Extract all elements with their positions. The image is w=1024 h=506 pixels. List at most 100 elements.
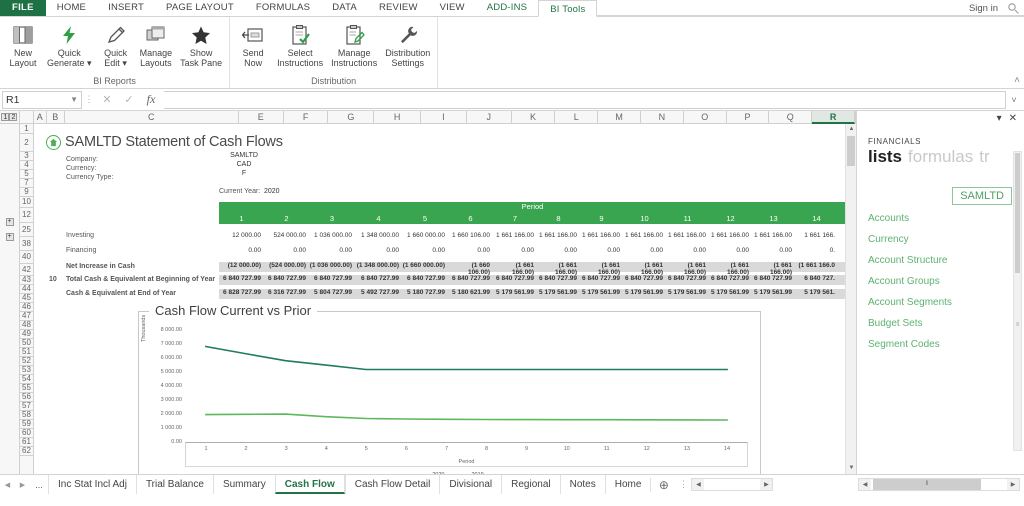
column-header-h[interactable]: H	[374, 111, 421, 124]
row-header-57[interactable]: 57	[20, 402, 33, 411]
sheet-tab-divisional[interactable]: Divisional	[439, 475, 501, 494]
link-account-segments[interactable]: Account Segments	[868, 297, 1024, 308]
row-header-10[interactable]: 10	[20, 197, 33, 208]
row-header-47[interactable]: 47	[20, 312, 33, 321]
column-header-n[interactable]: N	[641, 111, 684, 124]
sheet-tab-inc-stat-incl-adj[interactable]: Inc Stat Incl Adj	[48, 475, 136, 494]
task-pane-scroll-thumb[interactable]	[1015, 153, 1020, 273]
row-header-62[interactable]: 62	[20, 447, 33, 456]
task-pane-tab-lists[interactable]: lists	[868, 147, 902, 167]
task-pane-tab-formulas[interactable]: formulas	[908, 147, 973, 167]
insert-function-icon[interactable]: fx	[140, 91, 162, 109]
cancel-icon[interactable]: ✕	[96, 91, 118, 109]
row-header-60[interactable]: 60	[20, 429, 33, 438]
row-header-54[interactable]: 54	[20, 375, 33, 384]
tab-data[interactable]: DATA	[321, 0, 368, 16]
tab-review[interactable]: REVIEW	[368, 0, 429, 16]
name-box-dropdown-icon[interactable]: ▼	[70, 95, 78, 104]
expand-formula-bar-icon[interactable]: ˅	[1006, 95, 1022, 105]
column-header-q[interactable]: Q	[769, 111, 812, 124]
column-header-g[interactable]: G	[328, 111, 374, 124]
scroll-up-icon[interactable]: ▲	[846, 124, 856, 135]
distribution-settings-button[interactable]: Distribution Settings	[381, 20, 434, 70]
row-header-7[interactable]: 7	[20, 179, 33, 188]
link-segment-codes[interactable]: Segment Codes	[868, 339, 1024, 350]
row-header-corner[interactable]	[20, 111, 34, 124]
send-now-button[interactable]: Send Now	[233, 20, 273, 70]
tab-scroll-right-icon[interactable]: ▶	[760, 481, 772, 488]
tab-scroll-left-icon[interactable]: ◀	[692, 481, 704, 488]
sheet-tab-splitter[interactable]: ⋮	[676, 479, 690, 490]
row-header-43[interactable]: 43	[20, 276, 33, 285]
sheet-tab-home[interactable]: Home	[605, 475, 651, 494]
outline-expand-row-25[interactable]: +	[0, 231, 19, 242]
column-header-i[interactable]: I	[421, 111, 467, 124]
cells-area[interactable]: SAMLTD Statement of Cash Flows Company: …	[34, 124, 856, 474]
confirm-icon[interactable]: ✓	[118, 91, 140, 109]
horizontal-scrollbar[interactable]: ◀ ⦀ ▶	[858, 478, 1020, 491]
row-header-44[interactable]: 44	[20, 285, 33, 294]
chevron-down-icon[interactable]: ▾	[997, 113, 1002, 124]
row-header-51[interactable]: 51	[20, 348, 33, 357]
link-currency[interactable]: Currency	[868, 234, 1024, 245]
column-header-o[interactable]: O	[684, 111, 727, 124]
tab-home[interactable]: HOME	[46, 0, 97, 16]
quick-generate-button[interactable]: Quick Generate ▾	[43, 20, 96, 70]
row-header-5[interactable]: 5	[20, 170, 33, 179]
outline-level-2-button[interactable]: 2	[9, 113, 17, 121]
column-header-a[interactable]: A	[34, 111, 47, 124]
task-pane-tab-tr[interactable]: tr	[979, 147, 989, 167]
sign-in-button[interactable]: Sign in	[969, 3, 998, 14]
row-header-40[interactable]: 40	[20, 251, 33, 264]
outline-expand-row-12[interactable]: +	[0, 216, 19, 227]
sheet-tab-summary[interactable]: Summary	[213, 475, 275, 494]
tab-add-ins[interactable]: ADD-INS	[476, 0, 538, 16]
row-header-58[interactable]: 58	[20, 411, 33, 420]
row-header-3[interactable]: 3	[20, 152, 33, 161]
tab-bi-tools[interactable]: BI Tools	[538, 0, 597, 17]
manage-layouts-button[interactable]: Manage Layouts	[136, 20, 177, 70]
formula-bar-grip[interactable]: ⋮	[82, 94, 96, 105]
row-header-48[interactable]: 48	[20, 321, 33, 330]
column-header-c[interactable]: C	[65, 111, 239, 124]
scroll-down-icon[interactable]: ▼	[846, 463, 856, 474]
row-header-45[interactable]: 45	[20, 294, 33, 303]
row-header-38[interactable]: 38	[20, 237, 33, 251]
collapse-ribbon-icon[interactable]: ˄	[1014, 75, 1020, 86]
show-task-pane-button[interactable]: Show Task Pane	[176, 20, 226, 70]
column-header-m[interactable]: M	[598, 111, 641, 124]
tab-file[interactable]: FILE	[0, 0, 46, 16]
tab-formulas[interactable]: FORMULAS	[245, 0, 321, 16]
column-header-k[interactable]: K	[512, 111, 556, 124]
sheet-tab-regional[interactable]: Regional	[501, 475, 559, 494]
sheet-tab-scrollbar[interactable]: ◀ ▶	[691, 478, 773, 491]
add-sheet-button[interactable]: ⊕	[650, 478, 676, 492]
sheet-tab-notes[interactable]: Notes	[560, 475, 605, 494]
sheet-nav-next-icon[interactable]: ▶	[15, 481, 30, 489]
scroll-left-icon[interactable]: ◀	[859, 481, 871, 488]
quick-generate-dropdown-arrow[interactable]: ▾	[87, 58, 92, 68]
tab-view[interactable]: VIEW	[429, 0, 476, 16]
task-pane-scrollbar[interactable]: ≡	[1013, 151, 1022, 451]
column-header-p[interactable]: P	[727, 111, 770, 124]
link-account-groups[interactable]: Account Groups	[868, 276, 1024, 287]
outline-level-buttons[interactable]: 12	[0, 111, 20, 124]
account-icon[interactable]	[1006, 2, 1020, 16]
link-account-structure[interactable]: Account Structure	[868, 255, 1024, 266]
row-header-61[interactable]: 61	[20, 438, 33, 447]
cash-flow-chart[interactable]: Cash Flow Current vs Prior Thousands 8 0…	[138, 311, 761, 474]
sheet-tab-trial-balance[interactable]: Trial Balance	[136, 475, 213, 494]
vertical-scroll-thumb[interactable]	[847, 136, 855, 166]
manage-instructions-button[interactable]: Manage Instructions	[327, 20, 381, 70]
sheet-tab-cash-flow[interactable]: Cash Flow	[275, 475, 345, 494]
select-instructions-button[interactable]: Select Instructions	[273, 20, 327, 70]
outline-level-1-button[interactable]: 1	[1, 113, 9, 121]
column-header-r[interactable]: R	[812, 111, 855, 124]
row-header-55[interactable]: 55	[20, 384, 33, 393]
column-header-l[interactable]: L	[555, 111, 598, 124]
link-budget-sets[interactable]: Budget Sets	[868, 318, 1024, 329]
sheet-tab-cash-flow-detail[interactable]: Cash Flow Detail	[345, 475, 440, 494]
vertical-scrollbar[interactable]: ▲ ▼	[845, 124, 856, 474]
close-icon[interactable]: ✕	[1009, 113, 1017, 124]
row-header-56[interactable]: 56	[20, 393, 33, 402]
